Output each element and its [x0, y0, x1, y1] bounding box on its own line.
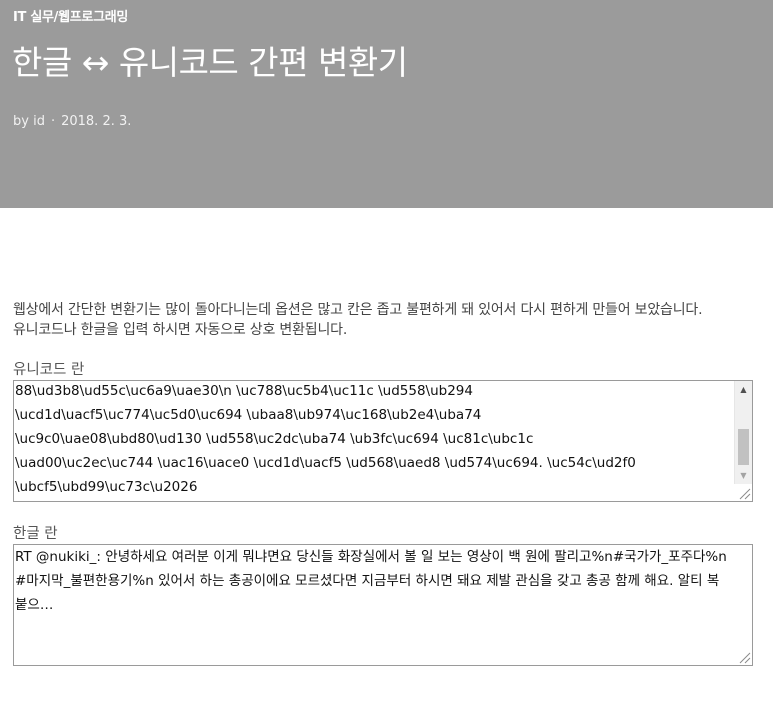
post-meta: by id · 2018. 2. 3. [13, 114, 131, 129]
meta-separator: · [50, 114, 56, 129]
scrollbar-thumb[interactable] [738, 429, 749, 465]
intro-text: 웹상에서 간단한 변환기는 많이 돌아다니는데 옵션은 많고 칸은 좁고 불편하… [13, 300, 758, 340]
unicode-scrollbar[interactable]: ▲ ▼ [734, 381, 752, 484]
resize-grip-icon[interactable] [737, 486, 751, 500]
unicode-textarea-value[interactable]: 88\ud3b8\ud55c\uc6a9\uae30\n \uc788\uc5b… [14, 381, 752, 499]
post-content: 웹상에서 간단한 변환기는 많이 돌아다니는데 옵션은 많고 칸은 좁고 불편하… [13, 300, 758, 666]
page-title: 한글 ↔ 유니코드 간편 변환기 [12, 43, 408, 82]
hangul-textarea-value[interactable]: RT @nukiki_: 안녕하세요 여러분 이게 뭐냐면요 당신들 화장실에서… [14, 545, 752, 617]
hangul-field-label: 한글 란 [13, 526, 58, 542]
intro-line-1: 웹상에서 간단한 변환기는 많이 돌아다니는데 옵션은 많고 칸은 좁고 불편하… [13, 302, 703, 318]
scroll-down-arrow-icon[interactable]: ▼ [735, 467, 752, 484]
resize-grip-icon[interactable] [737, 650, 751, 664]
author: by id [13, 114, 45, 129]
unicode-field-label: 유니코드 란 [13, 362, 85, 378]
scroll-up-arrow-icon[interactable]: ▲ [735, 381, 752, 398]
hangul-textarea[interactable]: RT @nukiki_: 안녕하세요 여러분 이게 뭐냐면요 당신들 화장실에서… [13, 544, 753, 666]
unicode-textarea[interactable]: 88\ud3b8\ud55c\uc6a9\uae30\n \uc788\uc5b… [13, 380, 753, 502]
post-header: IT 실무/웹프로그래밍 한글 ↔ 유니코드 간편 변환기 by id · 2018… [0, 0, 773, 208]
intro-line-2: 유니코드나 한글을 입력 하시면 자동으로 상호 변환됩니다. [13, 322, 348, 338]
post-date: 2018. 2. 3. [61, 114, 132, 129]
category-link[interactable]: IT 실무/웹프로그래밍 [13, 6, 128, 25]
